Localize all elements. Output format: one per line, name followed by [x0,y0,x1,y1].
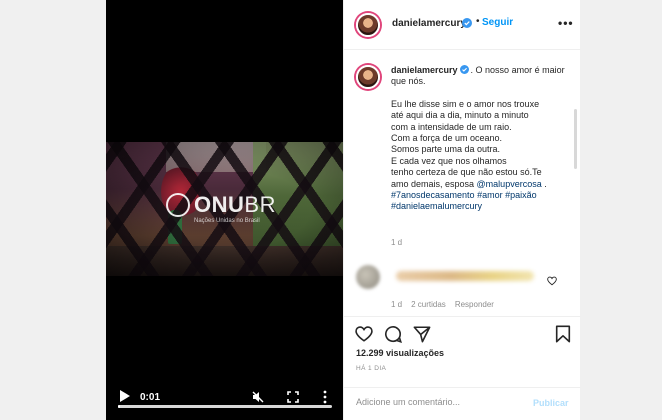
reply-button[interactable]: Responder [455,300,494,309]
video-frame[interactable]: ONUBR Nações Unidas no Brasil [106,142,343,276]
header-username[interactable]: danielamercury [392,18,466,29]
hashtag-links[interactable]: #7anosdecasamento #amor #paixão [391,190,576,201]
avatar[interactable] [356,13,380,37]
comment-input[interactable] [356,397,516,407]
fullscreen-icon[interactable] [287,391,299,403]
share-icon[interactable] [413,325,431,343]
caption-line: Somos parte uma da outra. [391,144,501,155]
comment-avatar[interactable] [356,265,380,289]
comment-text-blurred [396,271,534,281]
caption-scrollbar[interactable] [574,109,577,169]
view-count[interactable]: 12.299 visualizações [356,348,444,358]
header-separator: • [476,16,480,27]
video-progress-bar[interactable] [118,405,332,408]
caption-line: com a intensidade de um raio. [391,121,512,132]
caption-username[interactable]: danielamercury [391,65,458,75]
publish-button[interactable]: Publicar [533,398,569,408]
caption-line: E cada vez que nos olhamos [391,155,507,166]
caption-line: tenho certeza de que não estou só.Te [391,167,542,178]
comment-likes[interactable]: 2 curtidas [411,300,446,309]
video-controls: 0:01 [106,380,343,420]
caption-love-prefix: amo demais, esposa [391,178,477,189]
verified-icon [459,65,469,74]
instagram-post-view: ONUBR Nações Unidas no Brasil 0:01 danie… [0,0,662,420]
mention-link[interactable]: @malupvercosa [477,179,542,189]
mute-icon[interactable] [252,391,264,403]
caption-line: amo demais, esposa @malupvercosa . [391,179,576,190]
comment-row: 1 d 2 curtidas Responder [344,259,581,316]
video-progress-fill [118,405,121,408]
post-header: danielamercury • Seguir ••• [344,0,581,50]
caption-line: até aqui dia a dia, minuto a minuto [391,110,529,121]
caption-time: 1 d [391,238,403,247]
onu-logo-text: ONUBR [194,192,276,218]
comment-icon[interactable] [384,325,402,343]
heart-icon[interactable] [547,276,557,286]
un-emblem-icon [166,193,190,217]
play-icon[interactable] [120,390,130,402]
onu-logo-bold: ONU [194,192,245,217]
more-vertical-icon[interactable] [322,390,328,404]
heart-icon[interactable] [355,325,373,343]
bookmark-icon[interactable] [554,325,572,343]
verified-icon [462,18,472,28]
onu-logo-subtitle: Nações Unidas no Brasil [194,218,260,224]
caption-love-suffix: . [541,178,547,189]
video-player[interactable]: ONUBR Nações Unidas no Brasil 0:01 [106,0,343,420]
post-actions: 12.299 visualizações HÁ 1 DIA Publicar [344,316,581,420]
post-date: HÁ 1 DIA [356,365,387,372]
caption-area[interactable]: danielamercury. O nosso amor é maior que… [344,51,581,316]
follow-button[interactable]: Seguir [482,17,513,28]
post-side-panel: danielamercury • Seguir ••• danielamercu… [343,0,581,420]
caption-text: danielamercury. O nosso amor é maior que… [391,65,576,213]
more-options-icon[interactable]: ••• [558,16,574,30]
comment-meta: 1 d 2 curtidas Responder [391,300,494,309]
caption-line: Com a força de um oceano. [391,133,503,144]
comment-time: 1 d [391,300,403,309]
caption-avatar[interactable] [356,65,380,89]
video-time: 0:01 [140,392,161,403]
add-comment-bar: Publicar [344,387,581,420]
onu-logo-light: BR [244,192,276,217]
caption-line: Eu lhe disse sim e o amor nos trouxe [391,98,540,109]
onu-logo: ONUBR [166,192,276,218]
hashtag-links[interactable]: #danielaemalumercury [391,201,576,212]
